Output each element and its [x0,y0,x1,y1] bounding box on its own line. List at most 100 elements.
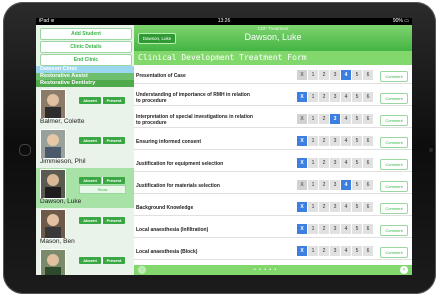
grade-option-5[interactable]: 5 [352,224,363,234]
student-item[interactable]: Absent Present Balmer, Colette [36,88,134,128]
grade-option-3[interactable]: 3 [330,224,341,234]
sidebar-item-dawson-clinic[interactable]: Dawson Clinic [36,66,134,73]
grade-option-6[interactable]: 6 [363,70,374,80]
avatar [40,89,66,119]
comment-button[interactable]: Comment [380,225,408,236]
grade-option-x[interactable]: X [297,92,308,102]
grade-option-4[interactable]: 4 [341,70,352,80]
grade-option-3[interactable]: 3 [330,136,341,146]
grade-option-3[interactable]: 3 [330,158,341,168]
comment-button[interactable]: Comment [380,181,408,192]
grade-option-2[interactable]: 2 [319,92,330,102]
grade-option-x[interactable]: X [297,180,308,190]
grade-option-1[interactable]: 1 [308,180,319,190]
grade-option-1[interactable]: 1 [308,114,319,124]
grade-option-5[interactable]: 5 [352,246,363,256]
end-clinic-button[interactable]: End Clinic [40,54,132,66]
grade-option-3[interactable]: 3 [330,92,341,102]
absent-button[interactable]: Absent [79,177,101,184]
grade-option-3[interactable]: 3 [330,70,341,80]
comment-button[interactable]: Comment [380,115,408,126]
grade-option-6[interactable]: 6 [363,114,374,124]
comment-button[interactable]: Comment [380,203,408,214]
grade-option-4[interactable]: 4 [341,136,352,146]
student-item-selected[interactable]: Absent Present Show Dawson, Luke [36,168,134,208]
sidebar-item-restorative-dentistry[interactable]: Restorative Dentistry [36,80,134,87]
grade-option-3[interactable]: 3 [330,246,341,256]
grade-option-2[interactable]: 2 [319,158,330,168]
absent-button[interactable]: Absent [79,97,101,104]
grade-option-6[interactable]: 6 [363,92,374,102]
grade-option-x[interactable]: X [297,70,308,80]
grade-option-x[interactable]: X [297,136,308,146]
grade-option-5[interactable]: 5 [352,202,363,212]
next-page-button[interactable]: › [400,266,408,274]
show-button[interactable]: Show [79,185,126,194]
grade-option-1[interactable]: 1 [308,136,319,146]
grade-option-1[interactable]: 1 [308,246,319,256]
present-button[interactable]: Present [102,217,125,224]
grade-option-x[interactable]: X [297,158,308,168]
grade-option-4[interactable]: 4 [341,158,352,168]
avatar [40,169,66,199]
avatar [40,129,66,159]
present-button[interactable]: Present [102,137,125,144]
grade-option-4[interactable]: 4 [341,202,352,212]
grade-option-5[interactable]: 5 [352,158,363,168]
student-item[interactable]: Absent Present [36,248,134,275]
grade-option-6[interactable]: 6 [363,180,374,190]
student-item[interactable]: Absent Present Mason, Ben [36,208,134,248]
grade-option-5[interactable]: 5 [352,92,363,102]
absent-button[interactable]: Absent [79,217,101,224]
grade-option-1[interactable]: 1 [308,92,319,102]
grade-option-2[interactable]: 2 [319,246,330,256]
comment-button[interactable]: Comment [380,71,408,82]
absent-button[interactable]: Absent [79,137,101,144]
comment-button[interactable]: Comment [380,93,408,104]
add-student-button[interactable]: Add Student [40,28,132,40]
grade-option-2[interactable]: 2 [319,180,330,190]
grade-option-x[interactable]: X [297,114,308,124]
grade-option-3[interactable]: 3 [330,202,341,212]
grade-option-1[interactable]: 1 [308,70,319,80]
grade-option-4[interactable]: 4 [341,246,352,256]
comment-button[interactable]: Comment [380,159,408,170]
prev-page-button[interactable]: ‹ [138,266,146,274]
grade-option-4[interactable]: 4 [341,180,352,190]
grade-option-5[interactable]: 5 [352,70,363,80]
grade-option-5[interactable]: 5 [352,114,363,124]
grade-option-6[interactable]: 6 [363,136,374,146]
grade-option-4[interactable]: 4 [341,114,352,124]
present-button[interactable]: Present [102,177,125,184]
grade-option-x[interactable]: X [297,224,308,234]
home-button[interactable] [19,144,31,156]
grade-option-2[interactable]: 2 [319,114,330,124]
grade-option-5[interactable]: 5 [352,136,363,146]
grade-option-x[interactable]: X [297,246,308,256]
grade-option-3[interactable]: 3 [330,180,341,190]
grade-option-6[interactable]: 6 [363,246,374,256]
clinic-details-button[interactable]: Clinic Details [40,41,132,53]
present-button[interactable]: Present [102,97,125,104]
grade-option-4[interactable]: 4 [341,92,352,102]
grade-option-2[interactable]: 2 [319,202,330,212]
grade-option-2[interactable]: 2 [319,70,330,80]
grade-option-6[interactable]: 6 [363,158,374,168]
grade-option-2[interactable]: 2 [319,224,330,234]
grade-option-1[interactable]: 1 [308,202,319,212]
grade-option-x[interactable]: X [297,202,308,212]
comment-button[interactable]: Comment [380,247,408,258]
sidebar-item-restorative-assist[interactable]: Restorative Assist [36,73,134,80]
grade-option-2[interactable]: 2 [319,136,330,146]
student-item[interactable]: Absent Present Jimmieson, Phil [36,128,134,168]
grade-option-1[interactable]: 1 [308,224,319,234]
present-button[interactable]: Present [102,257,125,264]
absent-button[interactable]: Absent [79,257,101,264]
grade-option-5[interactable]: 5 [352,180,363,190]
grade-option-3[interactable]: 3 [330,114,341,124]
grade-option-6[interactable]: 6 [363,224,374,234]
grade-option-4[interactable]: 4 [341,224,352,234]
grade-option-6[interactable]: 6 [363,202,374,212]
grade-option-1[interactable]: 1 [308,158,319,168]
comment-button[interactable]: Comment [380,137,408,148]
